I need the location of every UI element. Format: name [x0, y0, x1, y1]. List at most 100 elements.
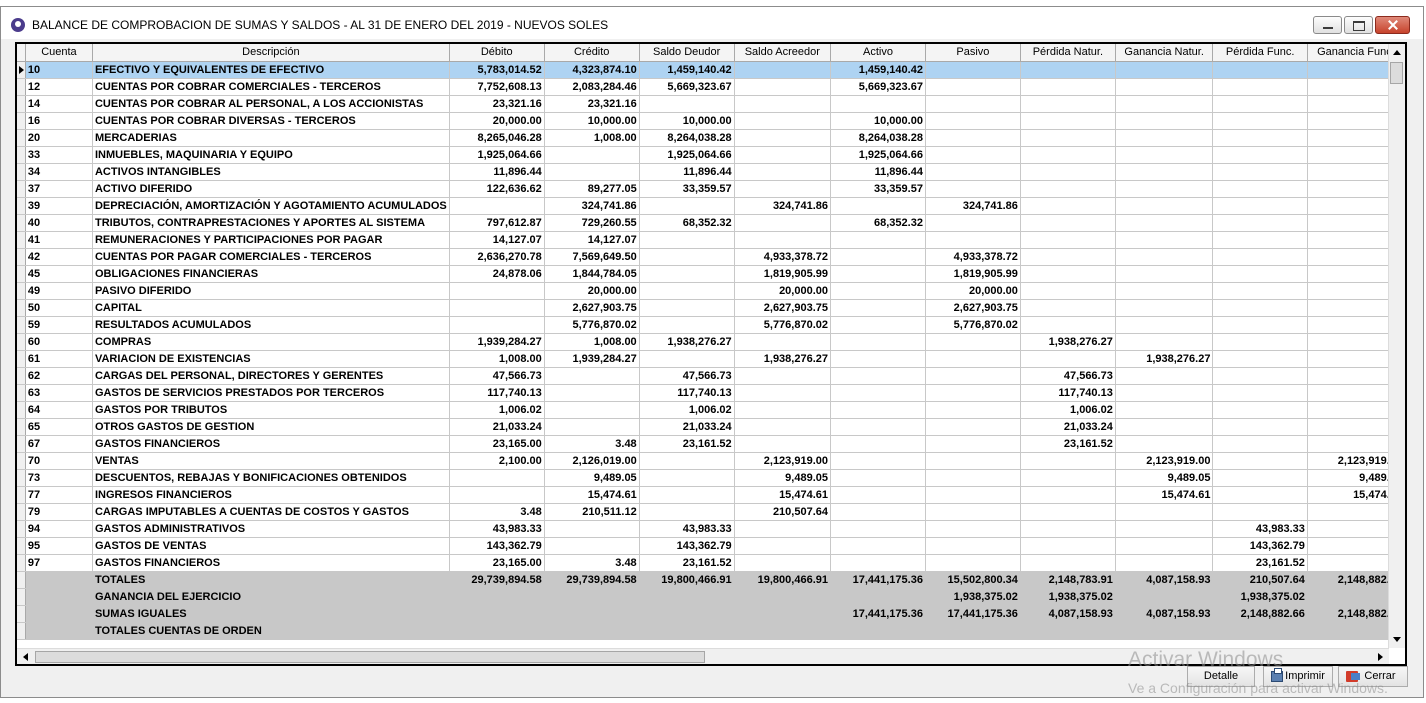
amount-cell[interactable] [1115, 588, 1214, 606]
amount-cell[interactable] [925, 435, 1021, 453]
amount-cell[interactable]: 117,740.13 [639, 384, 735, 402]
amount-cell[interactable] [1115, 367, 1214, 385]
amount-cell[interactable]: 15,474.61 [1115, 486, 1214, 504]
row-indicator[interactable] [17, 333, 26, 351]
amount-cell[interactable] [925, 129, 1021, 147]
amount-cell[interactable] [1020, 316, 1116, 334]
amount-cell[interactable] [1212, 622, 1308, 640]
amount-cell[interactable]: 5,776,870.02 [734, 316, 832, 334]
amount-cell[interactable]: 1,939,284.27 [449, 333, 545, 351]
table-row[interactable]: 49 PASIVO DIFERIDO 20,000.00 20,000.00 20,00… [17, 282, 1405, 300]
table-row[interactable]: 70 VENTAS 2,100.00 2,126,019.00 2,123,919.00… [17, 452, 1405, 470]
column-header[interactable]: Débito [449, 44, 545, 62]
amount-cell[interactable] [449, 197, 545, 215]
amount-cell[interactable]: 1,939,284.27 [544, 350, 640, 368]
amount-cell[interactable]: 5,669,323.67 [639, 78, 735, 96]
amount-cell[interactable]: 23,161.52 [639, 435, 735, 453]
description-cell[interactable]: TRIBUTOS, CONTRAPRESTACIONES Y APORTES A… [92, 214, 450, 232]
amount-cell[interactable] [639, 469, 735, 487]
amount-cell[interactable] [925, 231, 1021, 249]
amount-cell[interactable]: 33,359.57 [639, 180, 735, 198]
amount-cell[interactable] [830, 231, 926, 249]
row-indicator[interactable] [17, 452, 26, 470]
amount-cell[interactable]: 117,740.13 [449, 384, 545, 402]
amount-cell[interactable] [734, 214, 832, 232]
amount-cell[interactable] [1020, 163, 1116, 181]
amount-cell[interactable] [1212, 163, 1308, 181]
amount-cell[interactable] [1212, 503, 1308, 521]
amount-cell[interactable] [925, 333, 1021, 351]
amount-cell[interactable] [1115, 435, 1214, 453]
amount-cell[interactable]: 2,627,903.75 [734, 299, 832, 317]
description-cell[interactable]: CAPITAL [92, 299, 450, 317]
amount-cell[interactable] [639, 231, 735, 249]
amount-cell[interactable]: 4,933,378.72 [925, 248, 1021, 266]
amount-cell[interactable] [830, 435, 926, 453]
amount-cell[interactable] [830, 197, 926, 215]
amount-cell[interactable] [449, 282, 545, 300]
amount-cell[interactable]: 68,352.32 [830, 214, 926, 232]
amount-cell[interactable] [734, 180, 832, 198]
amount-cell[interactable]: 2,627,903.75 [925, 299, 1021, 317]
amount-cell[interactable] [1115, 333, 1214, 351]
vertical-scroll-thumb[interactable] [1390, 62, 1403, 84]
amount-cell[interactable] [1020, 197, 1116, 215]
amount-cell[interactable]: 14,127.07 [449, 231, 545, 249]
amount-cell[interactable] [830, 622, 926, 640]
amount-cell[interactable] [639, 605, 735, 623]
amount-cell[interactable]: 4,087,158.93 [1020, 605, 1116, 623]
table-row[interactable]: 64 GASTOS POR TRIBUTOS 1,006.02 1,006.02 1,0… [17, 401, 1405, 419]
amount-cell[interactable]: 1,844,784.05 [544, 265, 640, 283]
vertical-scrollbar[interactable] [1388, 44, 1405, 648]
row-indicator[interactable] [17, 384, 26, 402]
row-indicator[interactable] [17, 503, 26, 521]
account-code-cell[interactable]: 59 [25, 316, 93, 334]
amount-cell[interactable]: 10,000.00 [639, 112, 735, 130]
amount-cell[interactable] [734, 622, 832, 640]
amount-cell[interactable]: 17,441,175.36 [925, 605, 1021, 623]
amount-cell[interactable]: 9,489.05 [734, 469, 832, 487]
amount-cell[interactable] [1115, 299, 1214, 317]
amount-cell[interactable] [544, 163, 640, 181]
amount-cell[interactable]: 47,566.73 [449, 367, 545, 385]
amount-cell[interactable] [734, 537, 832, 555]
amount-cell[interactable]: 23,165.00 [449, 435, 545, 453]
amount-cell[interactable]: 2,126,019.00 [544, 452, 640, 470]
amount-cell[interactable] [1020, 537, 1116, 555]
amount-cell[interactable]: 1,008.00 [544, 129, 640, 147]
amount-cell[interactable]: 23,321.16 [544, 95, 640, 113]
amount-cell[interactable]: 15,502,800.34 [925, 571, 1021, 589]
row-indicator[interactable] [17, 588, 26, 606]
amount-cell[interactable] [1212, 180, 1308, 198]
amount-cell[interactable]: 20,000.00 [449, 112, 545, 130]
amount-cell[interactable]: 11,896.44 [639, 163, 735, 181]
amount-cell[interactable] [734, 418, 832, 436]
amount-cell[interactable]: 8,264,038.28 [639, 129, 735, 147]
amount-cell[interactable] [734, 384, 832, 402]
amount-cell[interactable]: 20,000.00 [734, 282, 832, 300]
amount-cell[interactable]: 117,740.13 [1020, 384, 1116, 402]
amount-cell[interactable] [1212, 146, 1308, 164]
amount-cell[interactable] [734, 554, 832, 572]
amount-cell[interactable] [1020, 146, 1116, 164]
amount-cell[interactable] [449, 605, 545, 623]
amount-cell[interactable] [1115, 180, 1214, 198]
amount-cell[interactable] [925, 622, 1021, 640]
amount-cell[interactable] [830, 316, 926, 334]
amount-cell[interactable] [1212, 231, 1308, 249]
amount-cell[interactable] [1115, 231, 1214, 249]
amount-cell[interactable]: 1,938,375.02 [925, 588, 1021, 606]
amount-cell[interactable] [830, 265, 926, 283]
amount-cell[interactable]: 11,896.44 [449, 163, 545, 181]
amount-cell[interactable]: 1,006.02 [639, 401, 735, 419]
amount-cell[interactable]: 8,265,046.28 [449, 129, 545, 147]
amount-cell[interactable] [639, 588, 735, 606]
table-row[interactable]: 37 ACTIVO DIFERIDO 122,636.62 89,277.05 33,3… [17, 180, 1405, 198]
amount-cell[interactable] [544, 367, 640, 385]
column-header[interactable]: Activo [830, 44, 926, 62]
amount-cell[interactable] [639, 622, 735, 640]
amount-cell[interactable] [734, 401, 832, 419]
amount-cell[interactable]: 43,983.33 [1212, 520, 1308, 538]
description-cell[interactable]: TOTALES CUENTAS DE ORDEN [92, 622, 450, 640]
amount-cell[interactable] [639, 197, 735, 215]
